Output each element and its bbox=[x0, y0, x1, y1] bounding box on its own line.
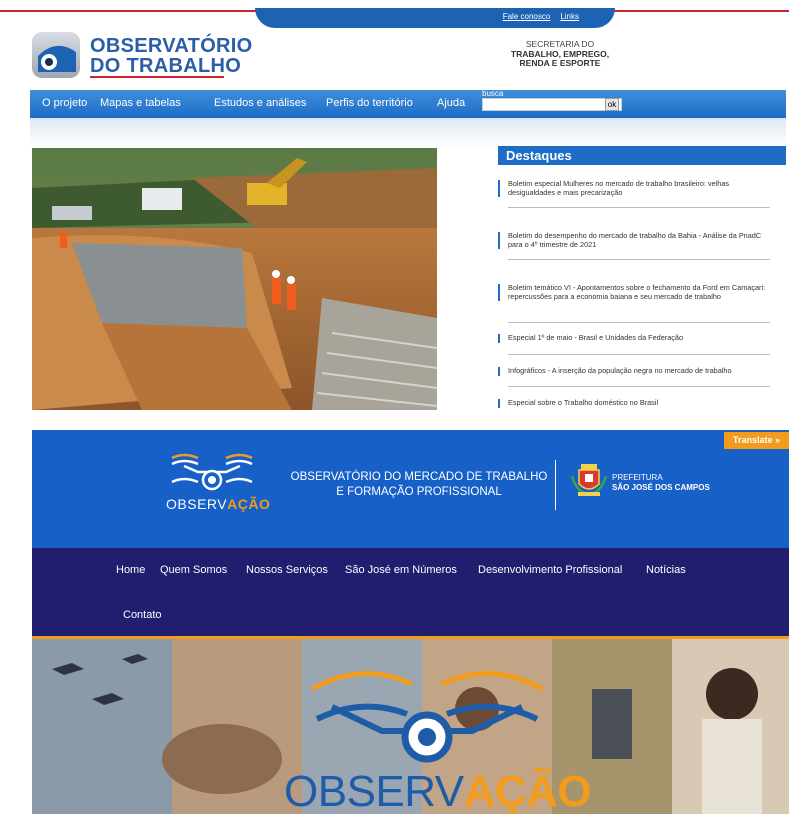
top-red-line-left bbox=[0, 10, 260, 12]
observatorio-logo-icon[interactable] bbox=[32, 32, 80, 78]
title-line-1: OBSERVATÓRIO DO MERCADO DE TRABALHO bbox=[290, 471, 548, 483]
nav-item-home[interactable]: Home bbox=[116, 564, 145, 576]
observatorio-title: OBSERVATÓRIO DO MERCADO DE TRABALHO E FO… bbox=[280, 470, 558, 500]
destaque-item-1[interactable]: Boletim especial Mulheres no mercado de … bbox=[498, 179, 773, 198]
logo-word-part-b: AÇÃO bbox=[227, 496, 271, 512]
main-nav: O projeto Mapas e tabelas Estudos e anál… bbox=[30, 89, 786, 118]
hero-banner: OBSERVAÇÃO bbox=[32, 639, 789, 814]
secretaria-line-3: RENDA E ESPORTE bbox=[519, 58, 601, 68]
site-logo-text[interactable]: OBSERVATÓRIO DO TRABALHO bbox=[90, 36, 253, 76]
logo-line-2: DO TRABALHO bbox=[90, 55, 242, 77]
prefeitura-line-2: SÃO JOSÉ DOS CAMPOS bbox=[612, 483, 710, 492]
nav-item-o-projeto[interactable]: O projeto bbox=[42, 97, 87, 109]
search-input[interactable] bbox=[482, 98, 622, 111]
top-links-tab: Fale conosco Links bbox=[255, 8, 615, 28]
destaque-item-5[interactable]: Infográficos - A inserção da população n… bbox=[498, 366, 773, 376]
destaque-item-3[interactable]: Boletim temático VI - Apontamentos sobre… bbox=[498, 283, 773, 302]
destaque-item-6[interactable]: Especial sobre o Trabalho doméstico no B… bbox=[498, 398, 773, 408]
nav-item-desenvolvimento-profissional[interactable]: Desenvolvimento Profissional bbox=[478, 564, 622, 576]
destaque-item-4[interactable]: Especial 1º de maio - Brasil e Unidades … bbox=[498, 333, 773, 343]
hero-word-part-b: AÇÃO bbox=[463, 767, 592, 814]
observatorio-trabalho-site: Fale conosco Links OBSERVATÓRIO DO TRABA… bbox=[0, 0, 789, 420]
nav-item-mapas-tabelas[interactable]: Mapas e tabelas bbox=[100, 97, 181, 109]
logo-underline bbox=[90, 76, 224, 78]
prefeitura-logo[interactable]: PREFEITURA SÃO JOSÉ DOS CAMPOS bbox=[612, 473, 710, 493]
nav-item-sao-jose-numeros[interactable]: São José em Números bbox=[345, 564, 457, 576]
hero-word-part-a: OBSERV bbox=[284, 767, 464, 814]
destaque-separator bbox=[508, 354, 770, 355]
nav-item-nossos-servicos[interactable]: Nossos Serviços bbox=[246, 564, 328, 576]
city-coat-of-arms-icon[interactable] bbox=[570, 462, 608, 498]
observacao-sjc-site: Translate » OBSERVAÇÃO OBSERVATÓRIO DO M… bbox=[32, 430, 789, 814]
logo-line-1: OBSERVATÓRIO bbox=[90, 35, 253, 57]
destaque-separator bbox=[508, 386, 770, 387]
observacao-nav: Home Quem Somos Nossos Serviços São José… bbox=[32, 548, 789, 636]
nav-item-noticias[interactable]: Notícias bbox=[646, 564, 686, 576]
nav-item-contato[interactable]: Contato bbox=[123, 609, 162, 621]
logo-word-part-a: OBSERV bbox=[166, 496, 228, 512]
fale-conosco-link[interactable]: Fale conosco bbox=[503, 12, 551, 21]
observacao-header: Translate » OBSERVAÇÃO OBSERVATÓRIO DO M… bbox=[32, 430, 789, 548]
translate-button[interactable]: Translate » bbox=[724, 432, 789, 449]
search-label: busca bbox=[482, 89, 504, 98]
nav-shadow-band bbox=[30, 118, 786, 148]
destaques-title: Destaques bbox=[498, 146, 786, 165]
nav-item-perfis-territorio[interactable]: Perfis do território bbox=[326, 97, 413, 109]
construction-site-photo bbox=[32, 148, 437, 410]
header-divider bbox=[555, 460, 556, 510]
hero-observacao-text: OBSERVAÇÃO bbox=[284, 767, 592, 814]
destaque-item-2[interactable]: Boletim do desempenho do mercado de trab… bbox=[498, 231, 773, 250]
top-red-line-right bbox=[610, 10, 789, 12]
destaque-separator bbox=[508, 322, 770, 323]
nav-item-ajuda[interactable]: Ajuda bbox=[437, 97, 465, 109]
drone-logo-icon[interactable] bbox=[168, 452, 256, 498]
prefeitura-line-1: PREFEITURA bbox=[612, 473, 663, 482]
destaque-separator bbox=[508, 259, 770, 260]
title-line-2: E FORMAÇÃO PROFISSIONAL bbox=[336, 486, 502, 498]
nav-item-estudos-analises[interactable]: Estudos e análises bbox=[214, 97, 306, 109]
secretaria-logo[interactable]: SECRETARIA DO TRABALHO, EMPREGO, RENDA E… bbox=[500, 39, 620, 69]
nav-item-quem-somos[interactable]: Quem Somos bbox=[160, 564, 227, 576]
links-link[interactable]: Links bbox=[560, 12, 579, 21]
destaque-separator bbox=[508, 207, 770, 208]
observacao-logo-text[interactable]: OBSERVAÇÃO bbox=[166, 496, 270, 512]
search-ok-button[interactable]: ok bbox=[605, 98, 619, 111]
destaques-panel: Destaques Boletim especial Mulheres no m… bbox=[498, 146, 786, 408]
